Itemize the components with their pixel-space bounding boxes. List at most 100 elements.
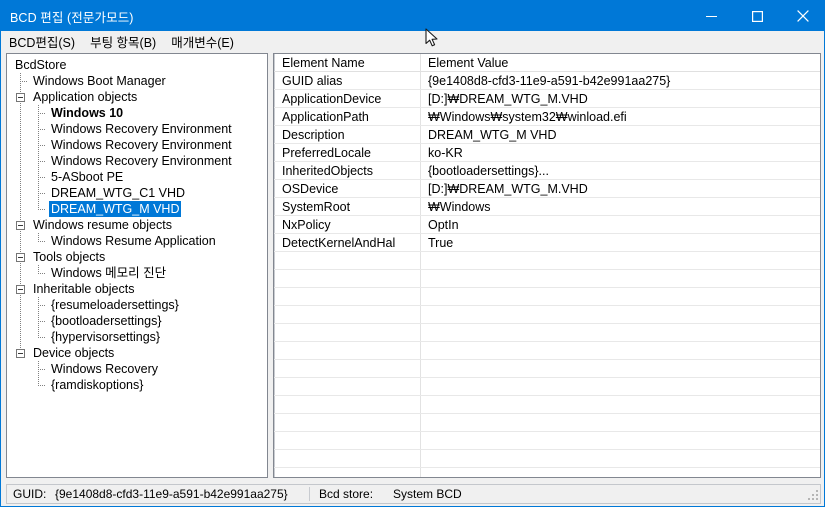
tree-item[interactable]: Inheritable objects — [7, 281, 267, 297]
tree-item[interactable]: {ramdiskoptions} — [7, 377, 267, 393]
window-title: BCD 편집 (전문가모드) — [10, 10, 134, 25]
tree-expander-collapse-icon[interactable] — [16, 285, 25, 294]
tree-connector-icon — [34, 377, 46, 393]
cell-element-name: DetectKernelAndHal — [282, 236, 396, 250]
cell-element-value: {9e1408d8-cfd3-11e9-a591-b42e991aa275} — [428, 74, 671, 88]
table-row[interactable] — [274, 450, 820, 468]
maximize-button[interactable] — [734, 1, 780, 31]
cell-element-value: ₩Windows₩system32₩winload.efi — [428, 110, 627, 124]
cell-element-name: GUID alias — [282, 74, 343, 88]
cell-element-value: [D:]₩DREAM_WTG_M.VHD — [428, 182, 588, 196]
cell-element-value: True — [428, 236, 454, 250]
table-row[interactable] — [274, 342, 820, 360]
table-row[interactable]: GUID alias {9e1408d8-cfd3-11e9-a591-b42e9… — [274, 72, 820, 90]
tree-item[interactable]: DREAM_WTG_C1 VHD — [7, 185, 267, 201]
tree-item[interactable]: Application objects — [7, 89, 267, 105]
maximize-icon — [751, 10, 763, 22]
tree-item[interactable]: Windows resume objects — [7, 217, 267, 233]
tree-item[interactable]: Windows Resume Application — [7, 233, 267, 249]
tree-item[interactable]: Windows 10 — [7, 105, 267, 121]
cell-element-name: NxPolicy — [282, 218, 331, 232]
column-header-element-name: Element Name — [282, 56, 365, 70]
close-button[interactable] — [780, 1, 824, 31]
cell-element-name: Description — [282, 128, 345, 142]
table-row[interactable] — [274, 432, 820, 450]
table-row[interactable]: Description DREAM_WTG_M VHD — [274, 126, 820, 144]
tree-item-label: {ramdiskoptions} — [51, 378, 144, 392]
table-row[interactable] — [274, 270, 820, 288]
cell-element-name: ApplicationDevice — [282, 92, 382, 106]
menu-item-parameters[interactable]: 매개변수(E) — [164, 30, 241, 54]
bcd-object-tree[interactable]: BcdStore Windows Boot Manager Application … — [6, 53, 268, 478]
tree-item-label: Inheritable objects — [33, 282, 135, 296]
tree-expander-collapse-icon[interactable] — [16, 349, 25, 358]
tree-item[interactable]: 5-ASboot PE — [7, 169, 267, 185]
menu-item-bcd-edit[interactable]: BCD편집(S) — [2, 30, 82, 54]
tree-item[interactable]: {hypervisorsettings} — [7, 329, 267, 345]
table-row[interactable]: OSDevice [D:]₩DREAM_WTG_M.VHD — [274, 180, 820, 198]
tree-connector-icon — [34, 105, 46, 121]
tree-item-label: Windows 메모리 진단 — [51, 266, 167, 280]
tree-item[interactable]: Windows Boot Manager — [7, 73, 267, 89]
tree-item-label: {resumeloadersettings} — [51, 298, 179, 312]
tree-connector-icon — [34, 329, 46, 345]
table-row[interactable]: InheritedObjects {bootloadersettings}... — [274, 162, 820, 180]
tree-item[interactable]: DREAM_WTG_M VHD — [7, 201, 267, 217]
tree-item-label: Tools objects — [33, 250, 106, 264]
tree-item[interactable]: {resumeloadersettings} — [7, 297, 267, 313]
resize-grip[interactable] — [808, 490, 821, 503]
tree-item[interactable]: Windows 메모리 진단 — [7, 265, 267, 281]
table-row[interactable]: ApplicationPath ₩Windows₩system32₩winload… — [274, 108, 820, 126]
status-bar: GUID: {9e1408d8-cfd3-11e9-a591-b42e991aa… — [6, 484, 821, 504]
tree-item-label: Windows Recovery Environment — [51, 154, 232, 168]
tree-item[interactable]: Windows Recovery Environment — [7, 137, 267, 153]
tree-item-label: Windows 10 — [51, 106, 124, 120]
table-row[interactable] — [274, 414, 820, 432]
minimize-button[interactable] — [688, 1, 734, 31]
table-row[interactable] — [274, 468, 820, 477]
tree-connector-icon — [34, 137, 46, 153]
tree-item-label: Windows Recovery — [51, 362, 158, 376]
table-row[interactable] — [274, 324, 820, 342]
element-list-container: Element Name Element Value GUID alias {9e14… — [274, 54, 820, 477]
tree-expander-collapse-icon[interactable] — [16, 221, 25, 230]
table-row[interactable] — [274, 396, 820, 414]
tree-connector-icon — [34, 153, 46, 169]
cell-element-name: InheritedObjects — [282, 164, 374, 178]
tree-item-label: Windows Resume Application — [51, 234, 216, 248]
tree-item[interactable]: Tools objects — [7, 249, 267, 265]
table-row[interactable]: ApplicationDevice [D:]₩DREAM_WTG_M.VHD — [274, 90, 820, 108]
tree-expander-collapse-icon[interactable] — [16, 253, 25, 262]
tree-item-label: Windows Recovery Environment — [51, 138, 232, 152]
tree-item[interactable]: Windows Recovery — [7, 361, 267, 377]
tree-item[interactable]: BcdStore — [7, 57, 267, 73]
table-row[interactable] — [274, 288, 820, 306]
tree-connector-icon — [16, 73, 28, 89]
table-row[interactable]: NxPolicy OptIn — [274, 216, 820, 234]
tree-item[interactable]: Windows Recovery Environment — [7, 121, 267, 137]
tree-item-label: DREAM_WTG_C1 VHD — [51, 186, 186, 200]
tree-item-label: Windows resume objects — [33, 218, 172, 232]
tree-item-label: DREAM_WTG_M VHD — [49, 201, 182, 217]
tree-expander-collapse-icon[interactable] — [16, 93, 25, 102]
tree-item[interactable]: Windows Recovery Environment — [7, 153, 267, 169]
table-row[interactable] — [274, 306, 820, 324]
minimize-icon — [705, 15, 717, 17]
table-row[interactable]: DetectKernelAndHal True — [274, 234, 820, 252]
tree-item-label: {hypervisorsettings} — [51, 330, 161, 344]
table-row[interactable]: SystemRoot ₩Windows — [274, 198, 820, 216]
title-bar[interactable]: BCD 편집 (전문가모드) — [1, 1, 824, 31]
table-row[interactable] — [274, 378, 820, 396]
table-row[interactable] — [274, 360, 820, 378]
tree-item[interactable]: Device objects — [7, 345, 267, 361]
menu-item-boot-entries[interactable]: 부팅 항목(B) — [83, 30, 163, 54]
cell-element-name: PreferredLocale — [282, 146, 371, 160]
tree-item[interactable]: {bootloadersettings} — [7, 313, 267, 329]
tree-item-label: {bootloadersettings} — [51, 314, 162, 328]
tree-connector-icon — [34, 201, 46, 217]
table-row[interactable]: PreferredLocale ko-KR — [274, 144, 820, 162]
tree-item-label: Windows Boot Manager — [33, 74, 166, 88]
column-header-element-value: Element Value — [428, 56, 509, 70]
element-list-view[interactable]: Element Name Element Value GUID alias {9e14… — [273, 53, 821, 478]
table-row[interactable] — [274, 252, 820, 270]
